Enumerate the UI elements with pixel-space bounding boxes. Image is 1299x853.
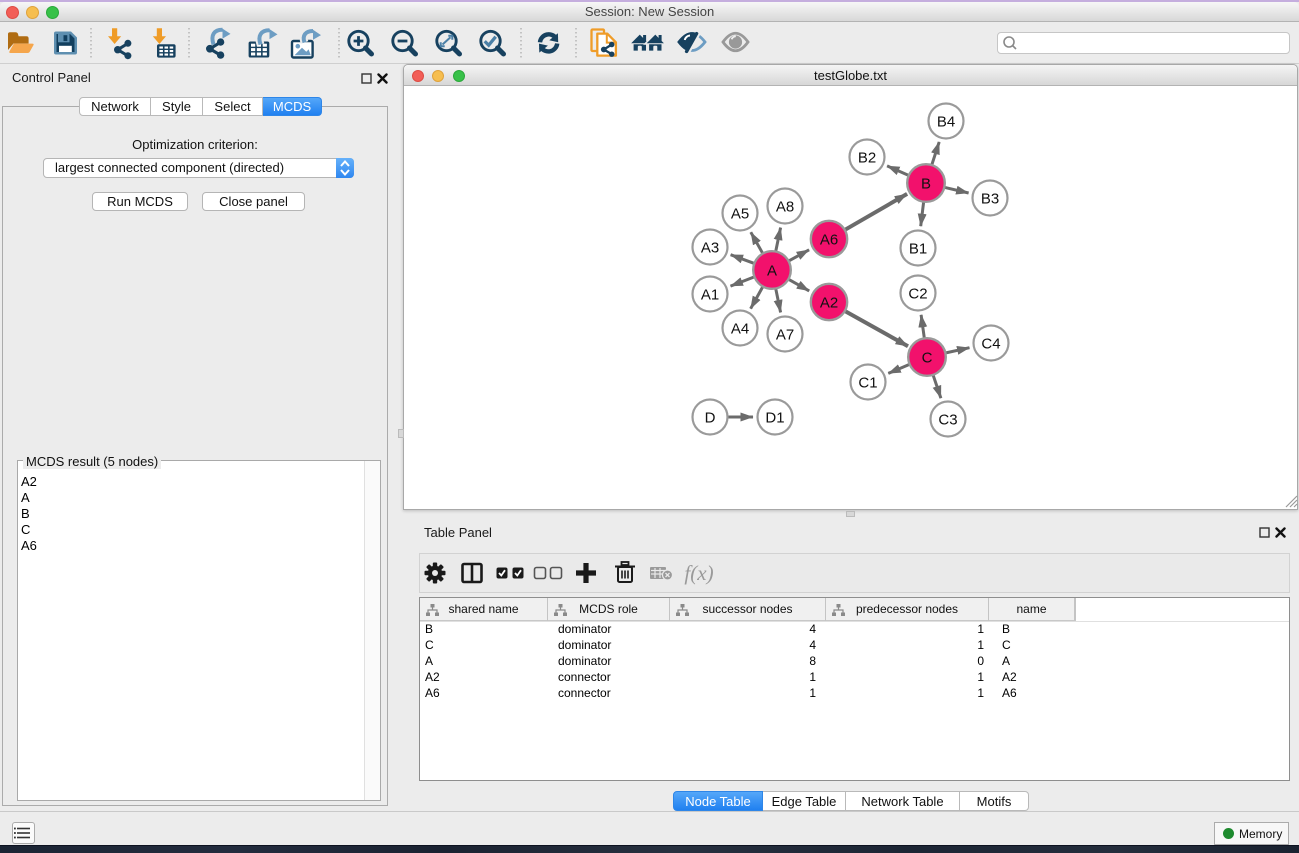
svg-text:B2: B2	[858, 150, 876, 167]
svg-text:B: B	[921, 176, 931, 193]
svg-text:C4: C4	[981, 336, 1000, 353]
svg-text:B3: B3	[981, 191, 999, 208]
svg-text:A3: A3	[701, 240, 719, 257]
svg-text:C1: C1	[858, 375, 877, 392]
svg-text:D1: D1	[765, 410, 784, 427]
svg-text:A4: A4	[731, 321, 749, 338]
svg-text:A6: A6	[820, 232, 838, 249]
svg-text:A2: A2	[820, 295, 838, 312]
svg-text:C2: C2	[908, 286, 927, 303]
svg-text:D: D	[705, 410, 716, 427]
svg-text:B1: B1	[909, 241, 927, 258]
svg-text:C: C	[922, 350, 933, 367]
svg-text:A1: A1	[701, 287, 719, 304]
svg-text:A: A	[767, 263, 777, 280]
svg-text:f(x): f(x)	[684, 561, 713, 585]
svg-text:A7: A7	[776, 327, 794, 344]
svg-text:A5: A5	[731, 206, 749, 223]
svg-text:C3: C3	[938, 412, 957, 429]
svg-text:A8: A8	[776, 199, 794, 216]
svg-text:B4: B4	[937, 114, 955, 131]
